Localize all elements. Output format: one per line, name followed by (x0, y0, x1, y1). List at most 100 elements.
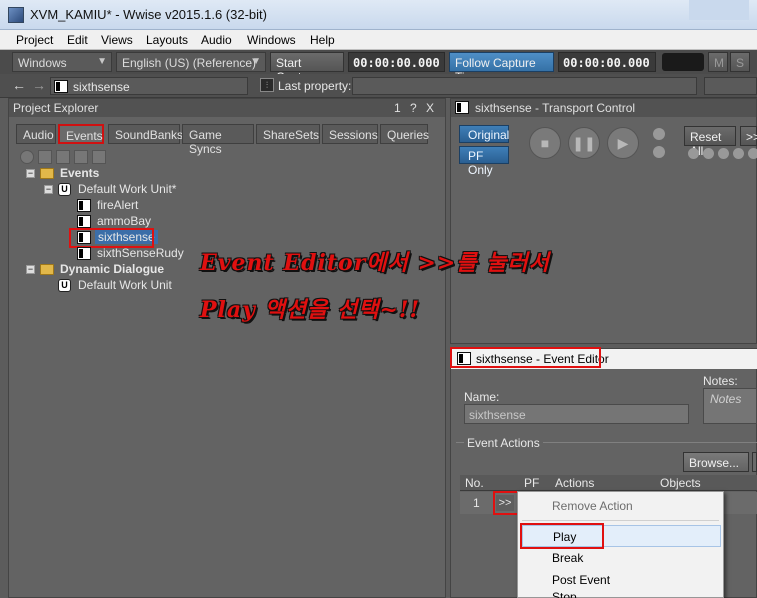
folder-icon (40, 264, 54, 275)
chevron-down-icon: ▼ (251, 56, 261, 67)
more-button[interactable] (752, 452, 757, 472)
platform-value: Windows (18, 56, 67, 70)
panel-controls[interactable]: 1 ? X (394, 101, 437, 115)
sync-icon[interactable] (718, 148, 729, 159)
column-pf: PF (524, 476, 540, 490)
project-explorer-title: Project Explorer (13, 101, 99, 115)
back-arrow-icon[interactable]: ← (12, 77, 26, 93)
column-objects: Objects (660, 476, 701, 490)
tree-dynamic-dialogue-folder[interactable]: Dynamic Dialogue (60, 262, 164, 276)
tab-sessions[interactable]: Sessions (322, 124, 378, 144)
notes-field[interactable]: Notes (703, 388, 757, 424)
new-dialogue-icon[interactable] (92, 150, 106, 164)
object-toolbar: ← → sixthsense ⫶ Last property: (0, 74, 757, 98)
follow-time-display: 00:00:00.000 (558, 52, 656, 72)
new-child-icon[interactable] (56, 150, 70, 164)
new-work-unit-icon[interactable] (20, 150, 34, 164)
annotation-line-1: Event Editor에서 >>를 눌러서 (200, 250, 550, 276)
menu-help[interactable]: Help (310, 33, 335, 47)
original-button[interactable]: Original (459, 125, 509, 143)
mute-icon[interactable] (688, 148, 699, 159)
menu-audio[interactable]: Audio (201, 33, 232, 47)
follow-capture-time-button[interactable]: Follow Capture Time (449, 52, 554, 84)
current-object-field[interactable]: sixthsense (50, 77, 248, 95)
work-unit-icon: U (58, 183, 71, 196)
window-controls[interactable] (689, 0, 749, 20)
highlight-box (493, 491, 519, 515)
tab-audio[interactable]: Audio (16, 124, 56, 144)
solo-icon[interactable] (703, 148, 714, 159)
browse-button[interactable]: Browse... (683, 452, 749, 472)
collapse-icon[interactable]: − (26, 265, 35, 274)
tree-events-folder[interactable]: Events (60, 166, 99, 180)
reset-all-button[interactable]: Reset All (684, 126, 736, 158)
last-property-field[interactable] (352, 77, 697, 95)
row-number: 1 (473, 496, 480, 510)
collapse-icon[interactable]: − (26, 169, 35, 178)
tree-dialogue-work-unit[interactable]: Default Work Unit (78, 278, 172, 292)
tab-soundbanks[interactable]: SoundBanks (108, 124, 183, 144)
column-actions: Actions (555, 476, 595, 490)
platform-select[interactable]: Windows ▼ (12, 52, 112, 72)
language-select[interactable]: English (US) (Reference) ▼ (116, 52, 266, 72)
pause-icon[interactable]: ❚❚ (568, 127, 600, 159)
properties-icon[interactable]: ⫶ (260, 78, 274, 92)
tree-event-ammobay[interactable]: ammoBay (97, 214, 151, 228)
menu-views[interactable]: Views (101, 33, 133, 47)
capture-time-display: 00:00:00.000 (348, 52, 445, 72)
pf-only-button[interactable]: PF Only (459, 146, 509, 177)
menu-project[interactable]: Project (16, 33, 53, 47)
event-icon (77, 247, 91, 260)
chevron-down-icon: ▼ (97, 56, 107, 67)
property-slider[interactable] (704, 77, 757, 95)
solo-button[interactable]: S (730, 52, 750, 72)
highlight-box (520, 523, 604, 549)
annotation-line-2: Play 액션을 선택~!! (200, 297, 421, 323)
new-folder-icon[interactable] (38, 150, 52, 164)
play-icon[interactable]: ▶ (607, 127, 639, 159)
new-event-icon[interactable] (74, 150, 88, 164)
highlight-box (450, 347, 601, 368)
clock-icon[interactable] (653, 128, 665, 140)
name-field[interactable]: sixthsense (464, 404, 689, 424)
folder-icon (40, 168, 54, 179)
highlight-box (69, 228, 154, 248)
menu-edit[interactable]: Edit (67, 33, 88, 47)
wwise-app-icon (8, 7, 24, 23)
tree-event-sixthsenserudy[interactable]: sixthSenseRudy (97, 246, 184, 260)
stop-icon[interactable]: ■ (529, 127, 561, 159)
tab-game-syncs[interactable]: Game Syncs (182, 124, 254, 156)
event-icon (77, 215, 91, 228)
tab-sharesets[interactable]: ShareSets (256, 124, 320, 144)
menu-item-break[interactable]: Break (518, 547, 723, 569)
menu-layouts[interactable]: Layouts (146, 33, 188, 47)
level-meter (662, 53, 704, 71)
transport-header: sixthsense - Transport Control (451, 99, 756, 117)
collapse-icon[interactable]: − (44, 185, 53, 194)
tree-work-unit[interactable]: Default Work Unit* (78, 182, 176, 196)
sync-icon[interactable] (653, 146, 665, 158)
transport-small-icons (688, 148, 757, 160)
event-icon (455, 101, 469, 114)
work-unit-icon: U (58, 279, 71, 292)
tree-event-firealert[interactable]: fireAlert (97, 198, 138, 212)
window-title: XVM_KAMIU* - Wwise v2015.1.6 (32-bit) (30, 7, 267, 22)
menu-separator (522, 520, 719, 521)
more-button[interactable]: >> (740, 126, 757, 146)
actions-table-header: No. PF Actions Objects (460, 475, 757, 491)
menu-item-post-event[interactable]: Post Event (518, 569, 723, 591)
switch-icon[interactable] (733, 148, 744, 159)
forward-arrow-icon[interactable]: → (32, 77, 46, 93)
menu-windows[interactable]: Windows (247, 33, 296, 47)
menu-item-remove-action: Remove Action (552, 499, 633, 513)
transport-title: sixthsense - Transport Control (475, 101, 636, 115)
tab-events[interactable]: Events (58, 124, 104, 144)
rtpc-icon[interactable] (748, 148, 757, 159)
column-no: No. (465, 476, 484, 490)
tab-queries[interactable]: Queries (380, 124, 429, 144)
start-capture-button[interactable]: Start Capture (270, 52, 344, 84)
event-icon (54, 80, 68, 93)
menu-item-stop[interactable]: Stop (518, 591, 723, 598)
mute-button[interactable]: M (708, 52, 728, 72)
last-property-label: Last property: (278, 79, 352, 93)
